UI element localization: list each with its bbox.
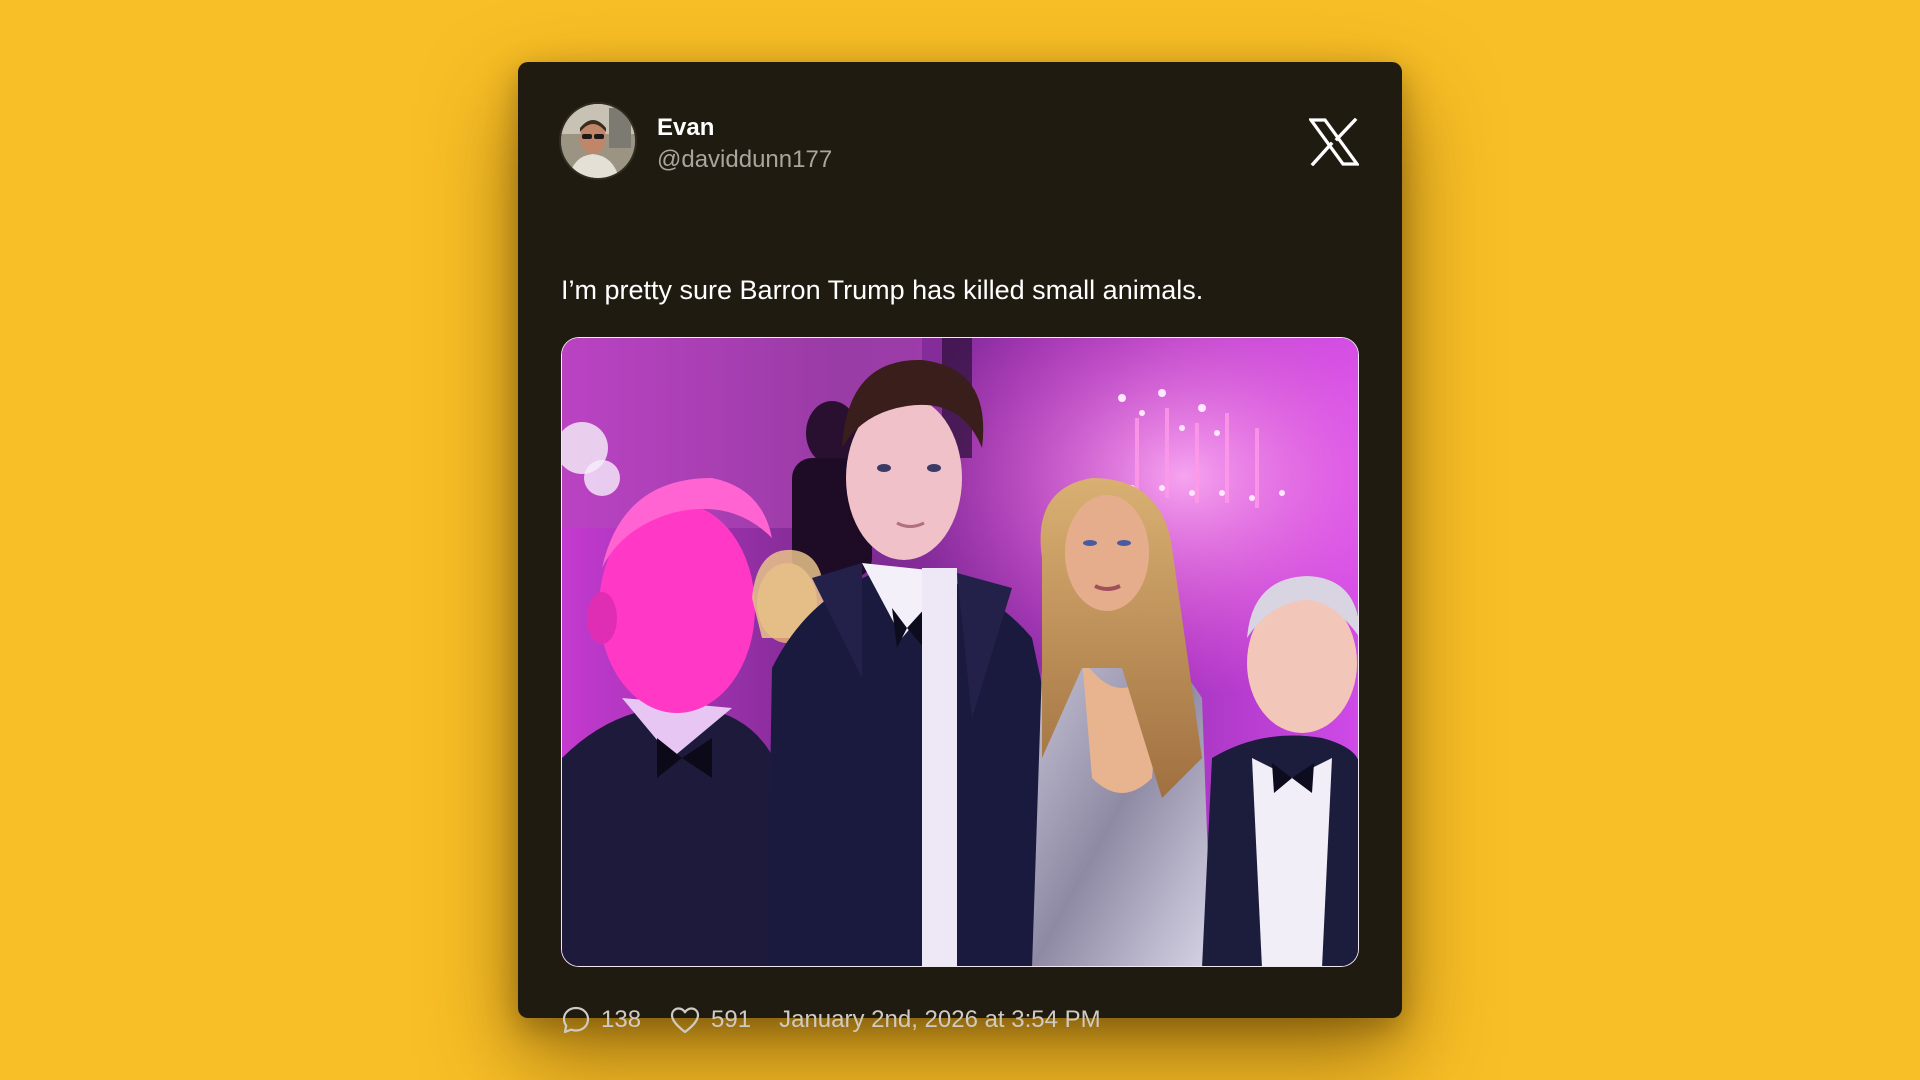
- author-avatar[interactable]: [561, 104, 635, 178]
- reply-stat[interactable]: 138: [561, 1005, 641, 1035]
- author-display-name[interactable]: Evan: [657, 114, 832, 142]
- tweet-card: Evan @daviddunn177 I’m pretty sure Barro…: [518, 62, 1402, 1034]
- tweet-text: I’m pretty sure Barron Trump has killed …: [561, 275, 1204, 305]
- reply-count: 138: [601, 1006, 642, 1033]
- x-logo-icon[interactable]: [1307, 117, 1361, 167]
- like-count: 591: [711, 1006, 752, 1033]
- author-handle[interactable]: @daviddunn177: [657, 144, 832, 176]
- heart-icon: [670, 1007, 700, 1034]
- speech-bubble-icon: [562, 1006, 590, 1034]
- tweet-header: Evan @daviddunn177: [561, 104, 1361, 180]
- like-stat[interactable]: 591: [669, 1005, 751, 1035]
- tweet-footer: 138 591 January 2nd, 2026 at 3:54 PM: [561, 1002, 1101, 1038]
- event-photo: [562, 338, 1358, 966]
- author-names: Evan @daviddunn177: [657, 114, 832, 176]
- tweet-media-photo[interactable]: [561, 337, 1359, 967]
- tweet-timestamp[interactable]: January 2nd, 2026 at 3:54 PM: [779, 1006, 1101, 1034]
- avatar-photo: [561, 104, 635, 178]
- screenshot-stage: Evan @daviddunn177 I’m pretty sure Barro…: [0, 0, 1920, 1080]
